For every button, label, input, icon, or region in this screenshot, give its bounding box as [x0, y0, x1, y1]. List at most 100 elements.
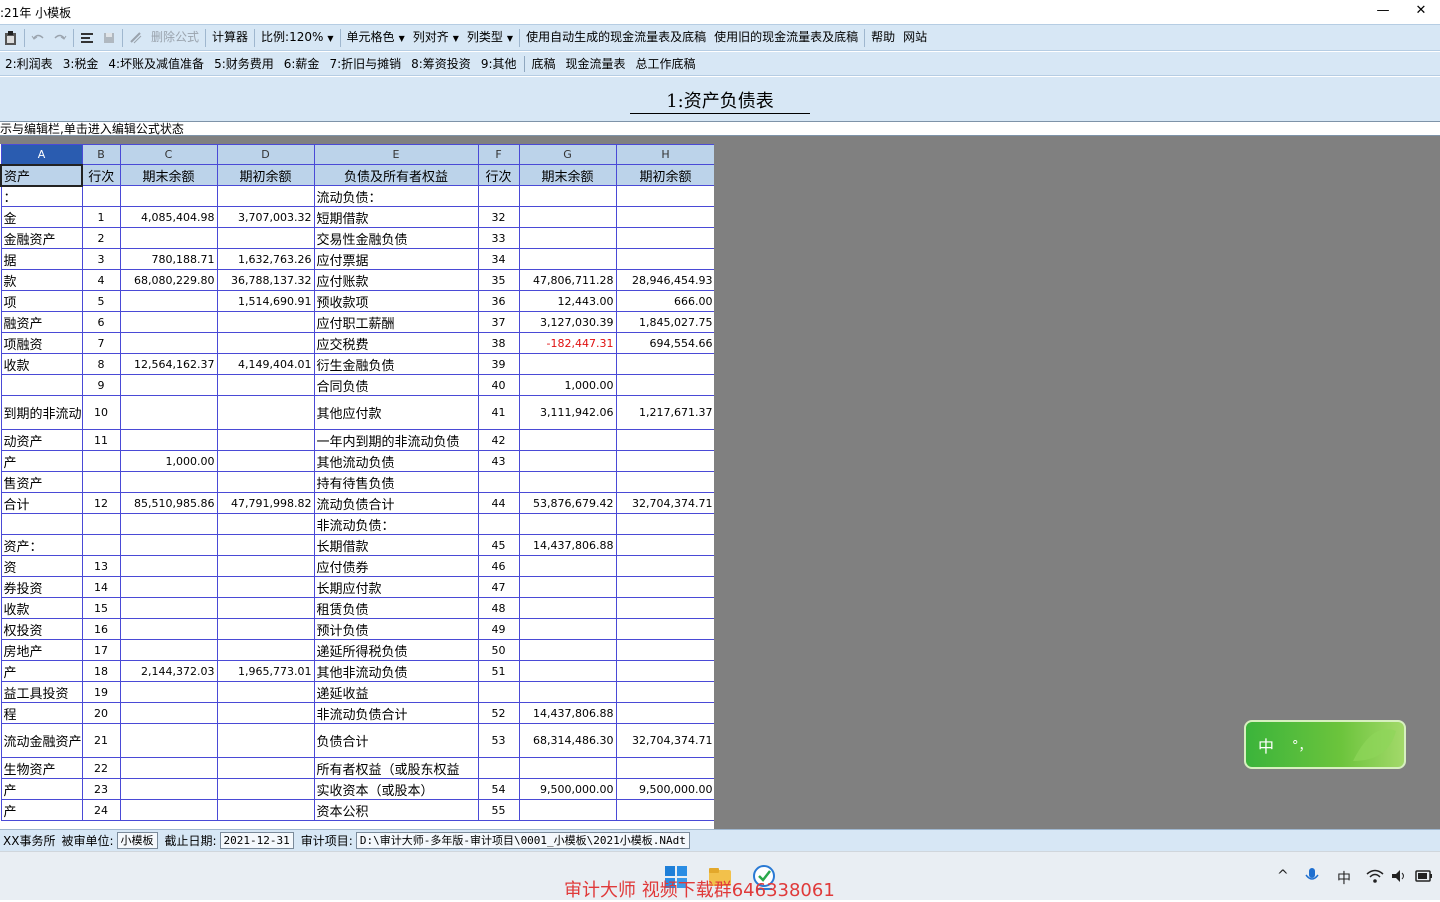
table-cell[interactable] [119, 395, 218, 430]
table-cell[interactable] [216, 513, 315, 535]
table-cell[interactable] [119, 639, 218, 661]
table-cell[interactable]: 收款 [0, 597, 83, 619]
table-cell[interactable] [615, 227, 714, 249]
table-cell[interactable] [518, 227, 617, 249]
table-cell[interactable] [615, 450, 714, 472]
table-cell[interactable] [216, 576, 315, 598]
table-cell[interactable]: 3,707,003.32 [216, 206, 315, 228]
table-cell[interactable] [119, 513, 218, 535]
table-cell[interactable]: 持有待售负债 [313, 471, 479, 493]
column-type-dropdown[interactable]: 列类型 ▼ [463, 26, 517, 49]
table-cell[interactable]: 23 [81, 778, 121, 800]
table-cell[interactable] [518, 639, 617, 661]
table-cell[interactable]: 85,510,985.86 [119, 492, 218, 514]
minimize-button[interactable]: — [1364, 0, 1402, 24]
table-cell[interactable] [216, 534, 315, 556]
table-cell[interactable]: 权投资 [0, 618, 83, 640]
table-cell[interactable]: 项融资 [0, 332, 83, 354]
table-cell[interactable]: 生物资产 [0, 757, 83, 779]
table-cell[interactable]: 8 [81, 353, 121, 375]
table-cell[interactable]: 28,946,454.93 [615, 269, 714, 291]
table-cell[interactable] [615, 471, 714, 493]
table-cell[interactable]: 53 [477, 723, 520, 758]
table-cell[interactable]: 动资产 [0, 429, 83, 451]
table-cell[interactable]: 47,791,998.82 [216, 492, 315, 514]
table-cell[interactable]: 32,704,374.71 [615, 723, 714, 758]
table-cell[interactable] [615, 618, 714, 640]
table-cell[interactable] [615, 702, 714, 724]
table-cell[interactable] [119, 778, 218, 800]
table-cell[interactable] [518, 597, 617, 619]
table-cell[interactable]: 应付票据 [313, 248, 479, 270]
table-cell[interactable]: 12,564,162.37 [119, 353, 218, 375]
table-cell[interactable]: 39 [477, 353, 520, 375]
table-cell[interactable]: 2 [81, 227, 121, 249]
table-cell[interactable] [216, 618, 315, 640]
table-cell[interactable] [615, 206, 714, 228]
table-cell[interactable]: 产 [0, 450, 83, 472]
help-button[interactable]: 帮助 [867, 26, 899, 49]
zoom-dropdown[interactable]: 比例:120% ▼ [257, 26, 338, 49]
table-cell[interactable]: 应付债券 [313, 555, 479, 577]
table-cell[interactable] [518, 618, 617, 640]
table-cell[interactable] [119, 681, 218, 703]
sheet-tab[interactable]: 5:财务费用 [209, 53, 279, 75]
table-cell[interactable]: 款 [0, 269, 83, 291]
table-cell[interactable]: 4 [81, 269, 121, 291]
table-cell[interactable]: 18 [81, 660, 121, 682]
table-cell[interactable]: 9,500,000.00 [615, 778, 714, 800]
column-header[interactable]: G [518, 144, 617, 165]
table-cell[interactable]: 5 [81, 290, 121, 312]
header-cell[interactable]: 行次 [81, 164, 121, 186]
format-icon[interactable] [76, 26, 98, 49]
table-cell[interactable] [518, 660, 617, 682]
table-cell[interactable]: 2,144,372.03 [119, 660, 218, 682]
table-cell[interactable]: 41 [477, 395, 520, 430]
column-header[interactable]: F [477, 144, 520, 165]
delete-formula-button[interactable]: 删除公式 [147, 26, 203, 49]
table-cell[interactable] [615, 639, 714, 661]
table-cell[interactable]: 13 [81, 555, 121, 577]
redo-icon[interactable] [49, 26, 71, 49]
table-cell[interactable]: 47,806,711.28 [518, 269, 617, 291]
table-cell[interactable] [477, 681, 520, 703]
table-cell[interactable] [119, 185, 218, 207]
use-old-cashflow-button[interactable]: 使用旧的现金流量表及底稿 [710, 26, 862, 49]
calculator-button[interactable]: 计算器 [208, 26, 252, 49]
table-cell[interactable]: 实收资本（或股本） [313, 778, 479, 800]
table-cell[interactable]: 产 [0, 778, 83, 800]
table-cell[interactable] [119, 702, 218, 724]
website-button[interactable]: 网站 [899, 26, 931, 49]
table-cell[interactable]: 49 [477, 618, 520, 640]
table-cell[interactable] [518, 757, 617, 779]
table-cell[interactable] [81, 471, 121, 493]
header-cell[interactable]: 负债及所有者权益 [313, 164, 479, 186]
table-cell[interactable] [216, 555, 315, 577]
table-cell[interactable]: 24 [81, 799, 121, 821]
table-cell[interactable] [81, 450, 121, 472]
table-cell[interactable] [119, 332, 218, 354]
table-cell[interactable]: 36 [477, 290, 520, 312]
table-cell[interactable]: 52 [477, 702, 520, 724]
table-cell[interactable]: 17 [81, 639, 121, 661]
table-cell[interactable]: 3,111,942.06 [518, 395, 617, 430]
table-cell[interactable]: 6 [81, 311, 121, 333]
table-cell[interactable] [216, 799, 315, 821]
table-cell[interactable]: 12 [81, 492, 121, 514]
table-cell[interactable] [518, 513, 617, 535]
table-cell[interactable] [615, 374, 714, 396]
table-cell[interactable]: 一年内到期的非流动负债 [313, 429, 479, 451]
table-cell[interactable] [615, 757, 714, 779]
table-cell[interactable] [216, 311, 315, 333]
table-cell[interactable]: 12,443.00 [518, 290, 617, 312]
table-cell[interactable] [216, 681, 315, 703]
table-cell[interactable]: 产 [0, 799, 83, 821]
table-cell[interactable] [518, 429, 617, 451]
table-cell[interactable]: 程 [0, 702, 83, 724]
column-header[interactable]: E [313, 144, 479, 165]
table-cell[interactable]: 68,080,229.80 [119, 269, 218, 291]
table-cell[interactable] [615, 799, 714, 821]
table-cell[interactable] [119, 618, 218, 640]
microphone-icon[interactable] [1303, 866, 1321, 886]
table-cell[interactable] [216, 332, 315, 354]
